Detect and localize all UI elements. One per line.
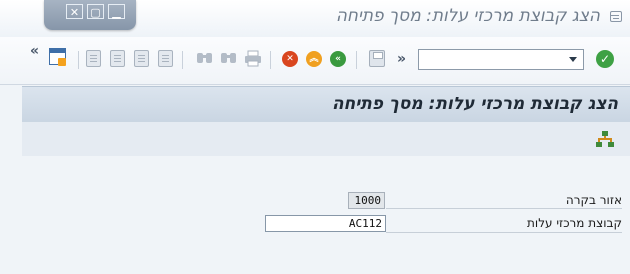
exit-icon[interactable]: ︽ [306,51,322,67]
next-page-icon[interactable] [134,50,149,67]
page-title: הצג קבוצת מרכזי עלות: מסך פתיחה [331,94,618,114]
save-icon[interactable] [369,50,385,67]
toolbar-separator [356,51,357,69]
field-underline [386,232,622,233]
create-session-icon[interactable] [49,48,66,66]
find-next-icon[interactable] [196,50,214,67]
window-controls: ✕ ▢ ▁ [44,0,136,30]
toolbar-overflow-icon[interactable]: « [30,44,39,58]
toolbar-separator [78,51,79,69]
window-title: הצג קבוצת מרכזי עלות: מסך פתיחה [335,6,600,26]
toolbar-separator [182,51,183,69]
cost-center-group-input[interactable]: AC112 [265,215,386,232]
toolbar-separator [270,51,271,69]
hierarchy-icon[interactable] [596,131,614,147]
controlling-area-label: אזור בקרה [565,193,622,207]
dropdown-arrow-icon[interactable] [569,57,577,62]
controlling-area-field: 1000 [348,192,385,209]
field-underline [386,208,622,209]
back-icon[interactable]: « [330,51,346,67]
command-field[interactable] [418,49,584,70]
screen-header: הצג קבוצת מרכזי עלות: מסך פתיחה [22,86,630,123]
minimize-window-button[interactable]: ▁ [108,4,125,19]
previous-page-icon[interactable] [110,50,125,67]
cost-center-group-label: קבוצת מרכזי עלות [527,216,622,230]
close-window-button[interactable]: ✕ [66,4,83,19]
find-icon[interactable] [220,50,238,67]
cancel-icon[interactable]: ✕ [282,51,298,67]
enter-icon[interactable]: ✓ [596,50,614,68]
last-page-icon[interactable] [158,50,173,67]
first-page-icon[interactable] [86,50,101,67]
restore-window-button[interactable]: ▢ [87,4,104,19]
title-bar: ✕ ▢ ▁ הצג קבוצת מרכזי עלות: מסך פתיחה [0,0,630,37]
application-toolbar [22,122,630,156]
menu-icon[interactable] [610,11,622,22]
more-icon[interactable]: » [397,52,406,66]
print-icon[interactable] [244,50,262,67]
